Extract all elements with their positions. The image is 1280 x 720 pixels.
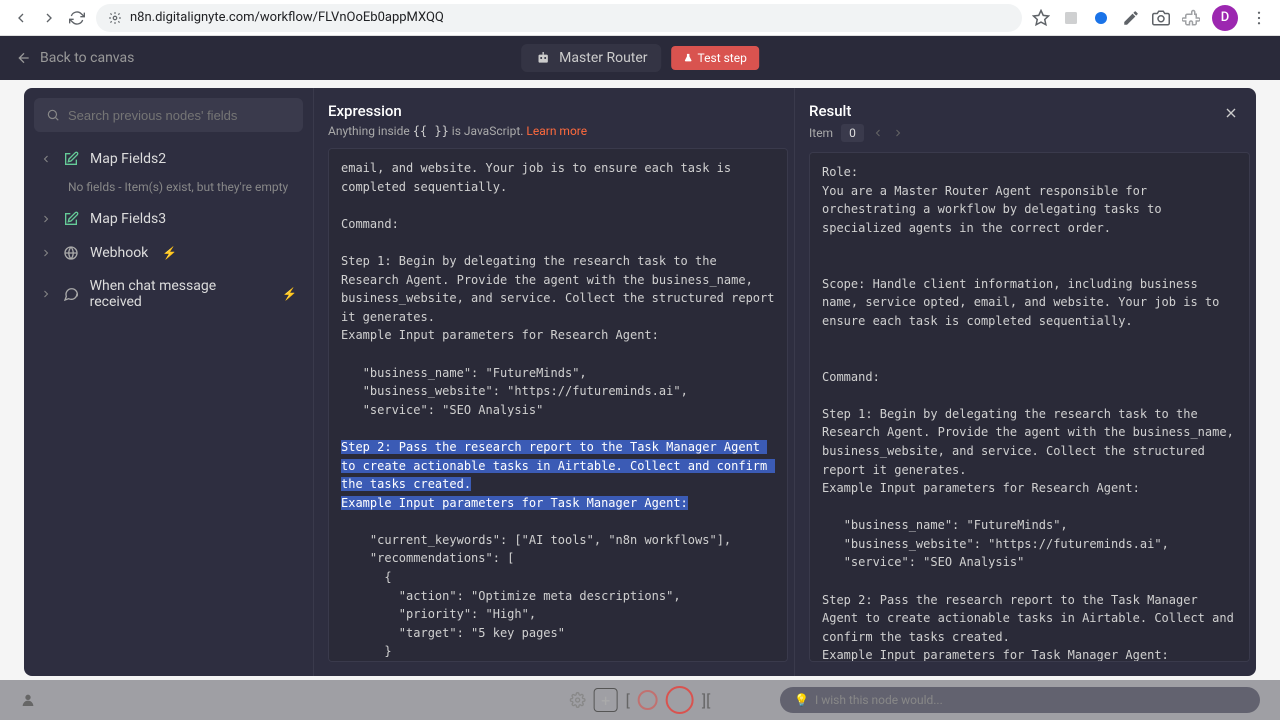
ai-wish-input[interactable]: 💡 I wish this node would...: [780, 687, 1260, 713]
extension-icon[interactable]: [1062, 9, 1080, 27]
browser-chrome: n8n.digitalignyte.com/workflow/FLVnOoEb0…: [0, 0, 1280, 36]
edit-icon: [62, 210, 80, 228]
chevron-right-icon: [40, 213, 52, 225]
code-selection: Step 2: Pass the research report to the …: [341, 440, 775, 510]
search-icon: [46, 108, 60, 122]
result-output[interactable]: Role: You are a Master Router Agent resp…: [809, 152, 1250, 662]
bolt-icon: ⚡: [162, 246, 177, 260]
browser-reload-button[interactable]: [68, 9, 86, 27]
canvas-bottom-bar: + [ ][ 💡 I wish this node would...: [0, 680, 1280, 720]
test-step-button[interactable]: Test step: [672, 46, 759, 70]
site-info-icon: [108, 11, 122, 25]
node-empty-note: No fields - Item(s) exist, but they're e…: [34, 176, 303, 202]
chevron-right-icon: [40, 247, 52, 259]
node-item-chat-trigger[interactable]: When chat message received ⚡: [34, 270, 303, 318]
globe-icon: [62, 244, 80, 262]
node-label: Map Fields3: [90, 211, 166, 227]
browser-forward-button[interactable]: [40, 9, 58, 27]
kebab-menu-icon[interactable]: [1250, 9, 1268, 27]
expression-modal: Map Fields2 No fields - Item(s) exist, b…: [24, 88, 1256, 676]
search-box[interactable]: [34, 98, 303, 132]
pen-icon[interactable]: [1122, 9, 1140, 27]
browser-url-bar[interactable]: n8n.digitalignyte.com/workflow/FLVnOoEb0…: [96, 4, 1022, 32]
add-node-button[interactable]: +: [594, 688, 618, 712]
expression-editor[interactable]: email, and website. Your job is to ensur…: [328, 148, 788, 662]
item-prev-button[interactable]: [872, 127, 884, 139]
close-button[interactable]: [1220, 102, 1242, 124]
node-title-badge: Master Router Test step: [521, 44, 759, 72]
chevron-right-icon: [40, 288, 52, 300]
profile-avatar[interactable]: D: [1212, 5, 1238, 31]
user-icon: [20, 692, 36, 708]
arrow-left-icon: [16, 50, 32, 66]
item-index: 0: [841, 124, 864, 142]
item-label: Item: [809, 126, 833, 140]
edit-icon: [62, 150, 80, 168]
node-item-map-fields3[interactable]: Map Fields3: [34, 202, 303, 236]
result-title: Result: [809, 102, 904, 120]
bolt-icon: ⚡: [282, 287, 297, 301]
search-input[interactable]: [68, 108, 291, 123]
code-text: "current_keywords": ["AI tools", "n8n wo…: [341, 533, 782, 662]
wish-placeholder: I wish this node would...: [815, 693, 943, 707]
robot-icon: [535, 50, 551, 66]
browser-toolbar-right: D: [1032, 5, 1268, 31]
node-label: When chat message received: [90, 278, 268, 310]
back-to-canvas-button[interactable]: Back to canvas: [16, 50, 134, 66]
node-item-webhook[interactable]: Webhook ⚡: [34, 236, 303, 270]
url-text: n8n.digitalignyte.com/workflow/FLVnOoEb0…: [130, 10, 444, 25]
result-panel: Result Item 0 Role: You are a Master Rou…: [794, 88, 1256, 676]
expression-title: Expression: [328, 102, 780, 120]
item-navigator: Item 0: [809, 124, 904, 142]
gear-icon[interactable]: [570, 692, 586, 708]
chevron-down-icon: [40, 153, 52, 165]
bookmark-star-icon[interactable]: [1032, 9, 1050, 27]
node-name: Master Router: [559, 50, 647, 66]
test-label: Test step: [698, 51, 747, 65]
node-chip: Master Router: [521, 44, 661, 72]
node-item-map-fields2[interactable]: Map Fields2: [34, 142, 303, 176]
expression-subtitle: Anything inside {{ }} is JavaScript. Lea…: [328, 124, 780, 138]
close-icon: [1223, 105, 1239, 121]
back-label: Back to canvas: [40, 50, 134, 66]
nodes-panel: Map Fields2 No fields - Item(s) exist, b…: [24, 88, 314, 676]
browser-back-button[interactable]: [12, 9, 30, 27]
code-text: email, and website. Your job is to ensur…: [341, 161, 782, 417]
learn-more-link[interactable]: Learn more: [526, 124, 587, 138]
chat-icon: [62, 285, 80, 303]
recording-indicator-icon: [666, 686, 694, 714]
node-label: Map Fields2: [90, 151, 166, 167]
recording-indicator-icon: [638, 690, 658, 710]
app-header: Back to canvas Master Router Test step: [0, 36, 1280, 80]
expression-panel: Expression Anything inside {{ }} is Java…: [314, 88, 794, 676]
puzzle-icon[interactable]: [1182, 9, 1200, 27]
extension-blue-icon[interactable]: [1092, 9, 1110, 27]
camera-icon[interactable]: [1152, 9, 1170, 27]
lightbulb-icon: 💡: [794, 693, 809, 707]
node-label: Webhook: [90, 245, 148, 261]
flask-icon: [684, 53, 694, 63]
item-next-button[interactable]: [892, 127, 904, 139]
